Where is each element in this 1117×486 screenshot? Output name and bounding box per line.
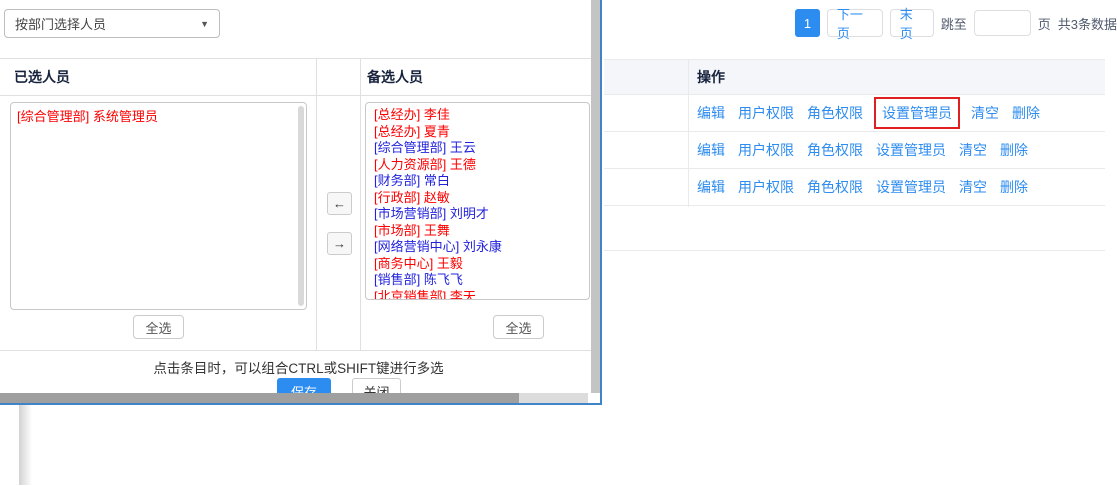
divider [0, 58, 597, 59]
list-item[interactable]: [商务中心] 王毅 [374, 256, 581, 273]
divider [360, 58, 361, 351]
action-delete-link[interactable]: 删除 [1000, 177, 1028, 197]
jump-page-input[interactable] [974, 10, 1031, 36]
action-clear-link[interactable]: 清空 [959, 177, 987, 197]
select-personnel-dialog: 按部门选择人员 ▼ 已选人员 备选人员 [综合管理部] 系统管理员 [总经办] … [0, 0, 602, 405]
list-item[interactable]: [网络营销中心] 刘永康 [374, 239, 581, 256]
jump-to-label: 跳至 [941, 14, 967, 33]
list-item[interactable]: [市场部] 王舞 [374, 223, 581, 240]
table-row: 编辑 用户权限 角色权限 设置管理员 清空 删除 [604, 95, 1105, 132]
column-divider [688, 59, 689, 207]
set-admin-highlight-box: 设置管理员 [874, 97, 960, 129]
page-unit-label: 页 [1038, 14, 1051, 33]
action-role-perms-link[interactable]: 角色权限 [807, 103, 863, 123]
action-set-admin-link[interactable]: 设置管理员 [882, 103, 952, 123]
candidate-personnel-listbox[interactable]: [总经办] 李佳 [总经办] 夏青 [综合管理部] 王云 [人力资源部] 王德 … [365, 102, 590, 300]
multi-select-hint: 点击条目时，可以组合CTRL或SHIFT键进行多选 [0, 357, 597, 377]
selected-panel-title: 已选人员 [14, 67, 70, 87]
action-edit-link[interactable]: 编辑 [697, 177, 725, 197]
table-empty-area [604, 206, 1105, 251]
action-edit-link[interactable]: 编辑 [697, 103, 725, 123]
list-item[interactable]: [人力资源部] 王德 [374, 157, 581, 174]
list-item[interactable]: [总经办] 夏青 [374, 124, 581, 141]
last-page-button[interactable]: 末页 [890, 9, 934, 37]
page-number-button[interactable]: 1 [795, 9, 820, 37]
chevron-down-icon: ▼ [200, 19, 209, 29]
list-item[interactable]: [市场营销部] 刘明才 [374, 206, 581, 223]
operation-column-header: 操作 [697, 67, 725, 87]
table-row: 编辑 用户权限 角色权限 设置管理员 清空 删除 [604, 169, 1105, 206]
action-user-perms-link[interactable]: 用户权限 [738, 140, 794, 160]
action-set-admin-link[interactable]: 设置管理员 [876, 140, 946, 160]
page-edge-shadow [19, 405, 32, 485]
list-item[interactable]: [销售部] 陈飞飞 [374, 272, 581, 289]
vertical-scrollbar[interactable] [591, 0, 600, 393]
action-role-perms-link[interactable]: 角色权限 [807, 177, 863, 197]
action-clear-link[interactable]: 清空 [959, 140, 987, 160]
list-item[interactable]: [综合管理部] 王云 [374, 140, 581, 157]
move-right-button[interactable]: → [327, 232, 352, 255]
pagination: 1 下一页 末页 跳至 页 共3条数据 [795, 9, 1117, 37]
action-user-perms-link[interactable]: 用户权限 [738, 103, 794, 123]
list-item[interactable]: [行政部] 赵敏 [374, 190, 581, 207]
action-clear-link[interactable]: 清空 [971, 103, 999, 123]
department-select[interactable]: 按部门选择人员 ▼ [4, 9, 220, 38]
candidate-panel-title: 备选人员 [367, 67, 423, 87]
select-all-left-button[interactable]: 全选 [133, 315, 184, 339]
list-item[interactable]: [综合管理部] 系统管理员 [17, 109, 290, 126]
table-row: 编辑 用户权限 角色权限 设置管理员 清空 删除 [604, 132, 1105, 169]
action-edit-link[interactable]: 编辑 [697, 140, 725, 160]
selected-personnel-listbox[interactable]: [综合管理部] 系统管理员 [10, 102, 307, 310]
divider [0, 350, 597, 351]
user-table: 操作 编辑 用户权限 角色权限 设置管理员 清空 删除 编辑 用户权限 角色权限… [604, 59, 1105, 251]
move-left-button[interactable]: ← [327, 192, 352, 215]
department-select-value: 按部门选择人员 [15, 14, 106, 33]
action-role-perms-link[interactable]: 角色权限 [807, 140, 863, 160]
action-user-perms-link[interactable]: 用户权限 [738, 177, 794, 197]
list-item[interactable]: [北京销售部] 李天 [374, 289, 581, 301]
table-header-row: 操作 [604, 59, 1105, 95]
action-delete-link[interactable]: 删除 [1000, 140, 1028, 160]
action-delete-link[interactable]: 删除 [1012, 103, 1040, 123]
select-all-right-button[interactable]: 全选 [493, 315, 544, 339]
list-item[interactable]: [财务部] 常白 [374, 173, 581, 190]
total-count-label: 共3条数据 [1058, 14, 1117, 33]
action-set-admin-link[interactable]: 设置管理员 [876, 177, 946, 197]
horizontal-scrollbar-thumb[interactable] [0, 393, 519, 403]
divider [316, 58, 317, 351]
listbox-scrollbar[interactable] [298, 106, 304, 306]
list-item[interactable]: [总经办] 李佳 [374, 107, 581, 124]
next-page-button[interactable]: 下一页 [827, 9, 883, 37]
horizontal-scrollbar[interactable] [0, 393, 588, 403]
divider [0, 95, 597, 96]
